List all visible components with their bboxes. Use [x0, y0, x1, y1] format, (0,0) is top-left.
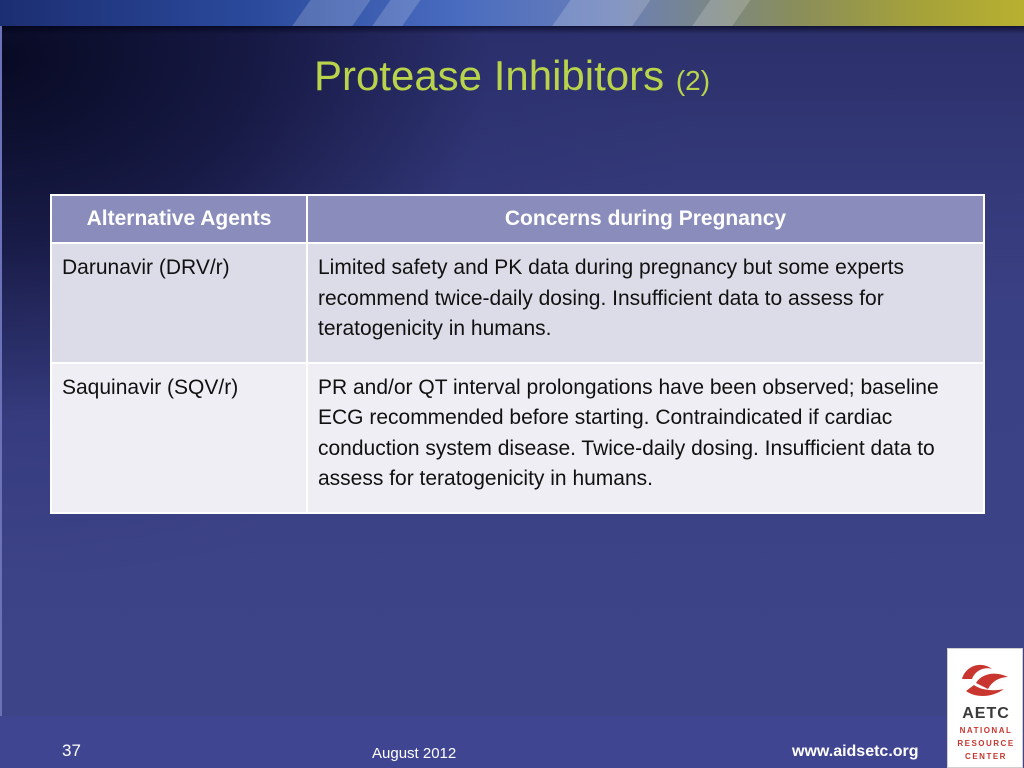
page-number: 37 — [62, 741, 81, 760]
table-header-row: Alternative Agents Concerns during Pregn… — [50, 194, 985, 244]
slide-title-suffix: (2) — [675, 65, 711, 96]
footer-url[interactable]: www.aidsetc.org — [792, 743, 919, 761]
slide-title-text: Protease Inhibitors — [313, 52, 665, 99]
top-decorative-band — [0, 0, 1024, 26]
logo-aetc-text: AETC — [962, 705, 1010, 722]
top-band-shadow — [0, 26, 1024, 34]
agent-cell: Saquinavir (SQV/r) — [50, 361, 308, 514]
footer-date: August 2012 — [372, 745, 457, 762]
logo-line-resource: RESOURCE — [957, 739, 1015, 748]
concern-cell: PR and/or QT interval prolongations have… — [306, 361, 985, 514]
agent-cell: Darunavir (DRV/r) — [50, 242, 308, 364]
logo-line-center: CENTER — [965, 752, 1007, 761]
left-edge-line — [0, 26, 2, 768]
logo-line-national: NATIONAL — [959, 726, 1013, 735]
aetc-logo: AETC NATIONAL RESOURCE CENTER — [947, 648, 1023, 768]
table-row: Saquinavir (SQV/r) PR and/or QT interval… — [50, 361, 985, 514]
aetc-swirl-icon — [962, 664, 1008, 696]
header-concerns-during-pregnancy: Concerns during Pregnancy — [306, 194, 985, 244]
data-table: Alternative Agents Concerns during Pregn… — [50, 194, 985, 514]
header-alternative-agents: Alternative Agents — [50, 194, 308, 244]
slide-title: Protease Inhibitors (2) — [0, 50, 1024, 107]
table-row: Darunavir (DRV/r) Limited safety and PK … — [50, 242, 985, 364]
pregnancy-concerns-table: Alternative Agents Concerns during Pregn… — [50, 194, 985, 514]
concern-cell: Limited safety and PK data during pregna… — [306, 242, 985, 364]
